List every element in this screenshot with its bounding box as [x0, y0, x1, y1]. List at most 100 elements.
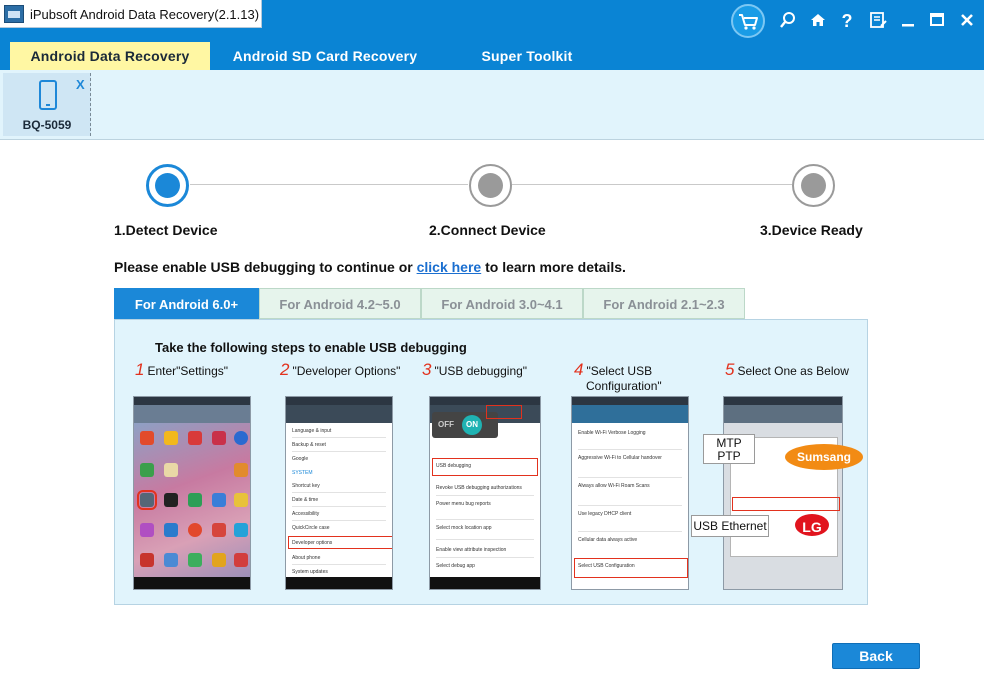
- substep-5: 5 Select One as Below: [725, 360, 849, 379]
- app-icon: [234, 493, 248, 507]
- substep-3-number: 3: [422, 360, 432, 379]
- divider: [292, 492, 386, 493]
- dev-option: Use legacy DHCP client: [578, 511, 632, 517]
- usb-debug-instruction: Please enable USB debugging to continue …: [114, 259, 626, 275]
- device-close-button[interactable]: X: [76, 77, 85, 92]
- instruction-text-before: Please enable USB debugging to continue …: [114, 259, 417, 275]
- status-bar: [286, 397, 392, 405]
- step-2-dot: [478, 173, 503, 198]
- divider: [578, 531, 682, 532]
- status-bar: [572, 397, 688, 405]
- app-icon: [234, 523, 248, 537]
- home-glyph: [811, 14, 825, 26]
- status-bar: [724, 397, 842, 405]
- tab-android-6[interactable]: For Android 6.0+: [114, 288, 259, 319]
- tab-android-sd-card-recovery[interactable]: Android SD Card Recovery: [220, 42, 430, 70]
- divider: [292, 451, 386, 452]
- dev-option: Select debug app: [436, 563, 475, 569]
- instruction-panel: Take the following steps to enable USB d…: [114, 319, 868, 605]
- settings-item: QuickCircle case: [292, 525, 330, 531]
- app-bar: [572, 405, 688, 423]
- tab-android-2-1[interactable]: For Android 2.1~2.3: [583, 288, 745, 319]
- maximize-glyph: [930, 13, 944, 26]
- highlight-box: [432, 458, 538, 476]
- app-icon: [188, 493, 202, 507]
- settings-item: Backup & reset: [292, 442, 326, 448]
- panel-title: Take the following steps to enable USB d…: [155, 340, 467, 355]
- close-icon[interactable]: [955, 9, 979, 33]
- substep-2-text: "Developer Options": [292, 364, 401, 378]
- divider: [436, 557, 534, 558]
- feedback-icon[interactable]: [866, 9, 890, 33]
- substep-2-number: 2: [280, 360, 290, 379]
- divider: [578, 449, 682, 450]
- device-card[interactable]: X BQ-5059: [3, 73, 91, 136]
- settings-item: System updates: [292, 569, 328, 575]
- settings-item: Language & input: [292, 428, 332, 434]
- device-strip: X BQ-5059: [0, 70, 984, 140]
- settings-item: Google: [292, 456, 309, 462]
- settings-item: Date & time: [292, 497, 319, 503]
- toggle-off-label: OFF: [438, 420, 454, 429]
- title-area: iPubsoft Android Data Recovery(2.1.13): [0, 0, 262, 28]
- substep-2: 2 "Developer Options": [280, 360, 401, 379]
- search-icon[interactable]: [776, 9, 800, 33]
- substep-1-text: Enter"Settings": [147, 364, 229, 378]
- tab-super-toolkit[interactable]: Super Toolkit: [466, 42, 588, 70]
- app-icon: [140, 523, 154, 537]
- substep-1-number: 1: [135, 360, 145, 379]
- dev-option: Power menu bug reports: [436, 501, 491, 507]
- highlight-box: [574, 558, 688, 578]
- substep-5-number: 5: [725, 360, 735, 379]
- app-icon: [212, 431, 226, 445]
- click-here-link[interactable]: click here: [417, 259, 482, 275]
- settings-item: About phone: [292, 555, 321, 561]
- highlight-box: [486, 405, 522, 419]
- step-3-label: 3.Device Ready: [760, 222, 863, 238]
- step-3-dot: [801, 173, 826, 198]
- settings-item: Shortcut key: [292, 483, 320, 489]
- app-icon: [140, 553, 154, 567]
- screenshot-usb-configuration: Enable Wi-Fi Verbose Logging Aggressive …: [571, 396, 689, 590]
- divider: [292, 437, 386, 438]
- status-bar: [134, 397, 250, 405]
- tab-android-4-2[interactable]: For Android 4.2~5.0: [259, 288, 421, 319]
- tab-android-3-0[interactable]: For Android 3.0~4.1: [421, 288, 583, 319]
- substep-4-number: 4: [574, 360, 584, 379]
- app-icon: [164, 493, 178, 507]
- screenshot-usb-options: [723, 396, 843, 590]
- home-icon[interactable]: [806, 9, 830, 33]
- close-glyph: [961, 14, 973, 26]
- status-bar: [430, 397, 540, 405]
- step-connector-2: [512, 184, 792, 185]
- step-2-label: 2.Connect Device: [429, 222, 546, 238]
- lg-bubble: LG: [793, 512, 831, 538]
- highlight-box: [732, 497, 840, 511]
- home-app-grid: [134, 423, 250, 579]
- divider: [292, 520, 386, 521]
- divider: [436, 519, 534, 520]
- dev-option: Cellular data always active: [578, 537, 638, 543]
- substep-4: 4 "Select USB Configuration": [574, 360, 662, 394]
- substep-5-text: Select One as Below: [737, 364, 849, 378]
- phone-icon: [39, 80, 57, 110]
- shopping-cart-icon[interactable]: [731, 4, 765, 38]
- minimize-icon[interactable]: [896, 9, 920, 33]
- mtp-label: MTP: [716, 436, 742, 450]
- divider: [436, 539, 534, 540]
- screenshot-settings: Language & input Backup & reset Google S…: [285, 396, 393, 590]
- app-icon: [164, 523, 178, 537]
- tab-android-data-recovery[interactable]: Android Data Recovery: [10, 42, 210, 70]
- app-icon: [234, 463, 248, 477]
- substep-3-text: "USB debugging": [434, 364, 528, 378]
- dev-option: Enable Wi-Fi Verbose Logging: [578, 430, 646, 436]
- step-1-indicator: [146, 164, 189, 207]
- substep-4-text: "Select USB: [586, 364, 653, 378]
- nav-bar: [286, 577, 392, 589]
- app-icon: [188, 523, 202, 537]
- maximize-icon[interactable]: [925, 9, 949, 33]
- usb-ethernet-tag: USB Ethernet: [691, 515, 769, 537]
- app-icon: [164, 553, 178, 567]
- help-icon[interactable]: ?: [835, 9, 859, 33]
- back-button[interactable]: Back: [832, 643, 920, 669]
